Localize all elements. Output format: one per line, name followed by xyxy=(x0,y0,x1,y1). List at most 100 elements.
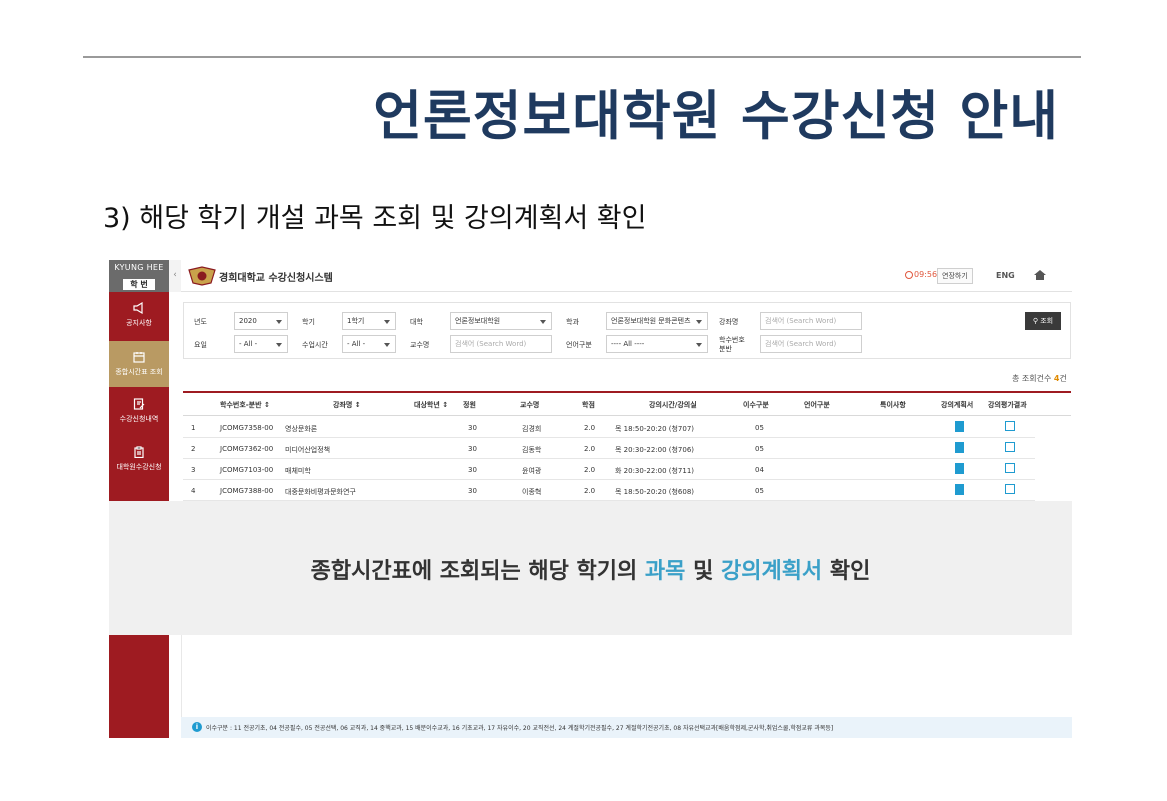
extend-session-button[interactable]: 연장하기 xyxy=(937,268,973,284)
row-number: 1 xyxy=(191,424,196,432)
edit-doc-icon xyxy=(133,398,145,410)
college-label: 대학 xyxy=(410,318,423,326)
professor-label: 교수명 xyxy=(410,341,430,349)
completion-type: 05 xyxy=(755,424,764,432)
table-row: 4 JCOMG7388-00 대중문화비평과문화연구 30 이종혁 2.0 목 … xyxy=(183,480,1035,501)
time-room: 목 18:50-20:20 (청707) xyxy=(615,425,695,433)
capacity: 30 xyxy=(468,466,477,474)
term-label: 학기 xyxy=(302,318,315,326)
time-room: 목 18:50-20:20 (청608) xyxy=(615,488,695,496)
sidebar-item-grad-registration[interactable]: 대학원수강신청 xyxy=(109,446,169,482)
clock-icon xyxy=(905,271,913,279)
sidebar-item-label: 종합시간표 조회 xyxy=(115,368,163,376)
row-number: 3 xyxy=(191,466,196,474)
capacity: 30 xyxy=(468,487,477,495)
annotation-part: 종합시간표에 조회되는 해당 학기의 xyxy=(310,559,645,584)
result-count-suffix: 건 xyxy=(1059,374,1067,383)
term-select[interactable]: 1학기 xyxy=(342,312,396,330)
annotation-part: 및 xyxy=(685,559,721,584)
col-capacity: 정원 xyxy=(463,401,476,409)
sidebar-item-label: 수강신청내역 xyxy=(119,415,159,423)
evaluation-edit-icon[interactable] xyxy=(1005,442,1015,452)
professor: 윤여광 xyxy=(522,467,542,475)
professor: 김동학 xyxy=(522,446,542,454)
course-code: JCOMG7362-00 xyxy=(220,445,274,453)
language-select[interactable]: ---- All ---- xyxy=(606,335,708,353)
session-timer: 09:56 xyxy=(914,270,938,279)
brand-block: KYUNG HEE 학 번 xyxy=(109,260,169,292)
slide-subtitle: 3) 해당 학기 개설 과목 조회 및 강의계획서 확인 xyxy=(103,203,647,234)
search-icon: ⚲ xyxy=(1032,317,1038,325)
sidebar-item-label: 대학원수강신청 xyxy=(116,463,162,471)
syllabus-doc-icon[interactable] xyxy=(955,442,964,453)
syllabus-doc-icon[interactable] xyxy=(955,463,964,474)
table-header: 학수번호-분반 ↕ 강좌명 ↕ 대상학년 ↕ 정원 교수명 학점 강의시간/강의… xyxy=(183,391,1071,416)
capacity: 30 xyxy=(468,445,477,453)
sidebar-item-timetable[interactable]: 종합시간표 조회 xyxy=(109,341,169,387)
col-remarks: 특이사항 xyxy=(880,401,906,409)
course-name-input[interactable]: 검색어 (Search Word) xyxy=(760,312,862,330)
professor: 김경희 xyxy=(522,425,542,433)
course-code: JCOMG7358-00 xyxy=(220,424,274,432)
search-button-label: 조회 xyxy=(1040,317,1054,325)
evaluation-edit-icon[interactable] xyxy=(1005,463,1015,473)
sidebar-item-label: 공지사항 xyxy=(126,319,152,327)
syllabus-doc-icon[interactable] xyxy=(955,421,964,432)
department-label: 학과 xyxy=(566,318,579,326)
annotation-banner: 종합시간표에 조회되는 해당 학기의 과목 및 강의계획서 확인 xyxy=(109,501,1072,635)
sidebar-item-registration-history[interactable]: 수강신청내역 xyxy=(109,398,169,434)
search-button[interactable]: ⚲ 조회 xyxy=(1025,312,1061,330)
college-select[interactable]: 언론정보대학원 xyxy=(450,312,552,330)
credit: 2.0 xyxy=(584,424,596,432)
language-toggle[interactable]: ENG xyxy=(996,271,1015,280)
credit: 2.0 xyxy=(584,445,596,453)
col-credit: 학점 xyxy=(582,401,595,409)
course-name: 미디어산업정책 xyxy=(285,446,331,454)
course-no-input[interactable]: 검색어 (Search Word) xyxy=(760,335,862,353)
annotation-highlight-course: 과목 xyxy=(644,559,686,584)
class-time-label: 수업시간 xyxy=(302,341,328,349)
row-number: 2 xyxy=(191,445,196,453)
col-syllabus: 강의계획서 xyxy=(941,401,974,409)
university-logo xyxy=(188,266,216,286)
col-course-name[interactable]: 강좌명 ↕ xyxy=(333,400,361,410)
time-room: 화 20:30-22:00 (청711) xyxy=(615,467,695,475)
col-evaluation: 강의평가결과 xyxy=(988,401,1027,409)
col-professor: 교수명 xyxy=(520,401,540,409)
course-name: 대중문화비평과문화연구 xyxy=(285,488,356,496)
row-number: 4 xyxy=(191,487,196,495)
calendar-icon xyxy=(133,352,145,363)
language-label: 언어구분 xyxy=(566,341,592,349)
day-select[interactable]: - All - xyxy=(234,335,288,353)
credit: 2.0 xyxy=(584,466,596,474)
course-name-label: 강좌명 xyxy=(719,318,739,326)
professor: 이종혁 xyxy=(522,488,542,496)
year-select[interactable]: 2020 xyxy=(234,312,288,330)
annotation-part: 확인 xyxy=(822,559,871,584)
annotation-highlight-syllabus: 강의계획서 xyxy=(720,559,823,584)
student-id-badge: 학 번 xyxy=(123,279,155,290)
professor-input[interactable]: 검색어 (Search Word) xyxy=(450,335,552,353)
col-course-no[interactable]: 학수번호-분반 ↕ xyxy=(220,400,270,410)
sidebar-collapse-toggle[interactable]: ‹ xyxy=(169,260,181,292)
class-time-select[interactable]: - All - xyxy=(342,335,396,353)
search-filter-panel: 년도 2020 학기 1학기 대학 언론정보대학원 학과 언론정보대학원 문화콘… xyxy=(183,302,1071,359)
home-icon[interactable] xyxy=(1033,269,1047,281)
table-row: 3 JCOMG7103-00 매체미학 30 윤여광 2.0 화 20:30-2… xyxy=(183,459,1035,480)
syllabus-doc-icon[interactable] xyxy=(955,484,964,495)
course-name: 매체미학 xyxy=(285,467,311,475)
evaluation-edit-icon[interactable] xyxy=(1005,484,1015,494)
completion-type: 05 xyxy=(755,445,764,453)
col-target-year[interactable]: 대상학년 ↕ xyxy=(414,400,448,410)
brand-name: KYUNG HEE xyxy=(114,263,164,272)
system-title: 경희대학교 수강신청시스템 xyxy=(219,273,333,284)
table-row: 1 JCOMG7358-00 영상문화론 30 김경희 2.0 목 18:50-… xyxy=(183,417,1035,438)
top-bar: 경희대학교 수강신청시스템 09:56 연장하기 ENG xyxy=(181,260,1072,292)
result-count: 총 조회건수 4건 xyxy=(1012,373,1067,384)
course-code: JCOMG7103-00 xyxy=(220,466,274,474)
sidebar-item-notice[interactable]: 공지사항 xyxy=(109,302,169,338)
department-select[interactable]: 언론정보대학원 문화콘텐츠 xyxy=(606,312,708,330)
evaluation-edit-icon[interactable] xyxy=(1005,421,1015,431)
completion-type: 05 xyxy=(755,487,764,495)
slide-top-rule xyxy=(83,56,1081,58)
